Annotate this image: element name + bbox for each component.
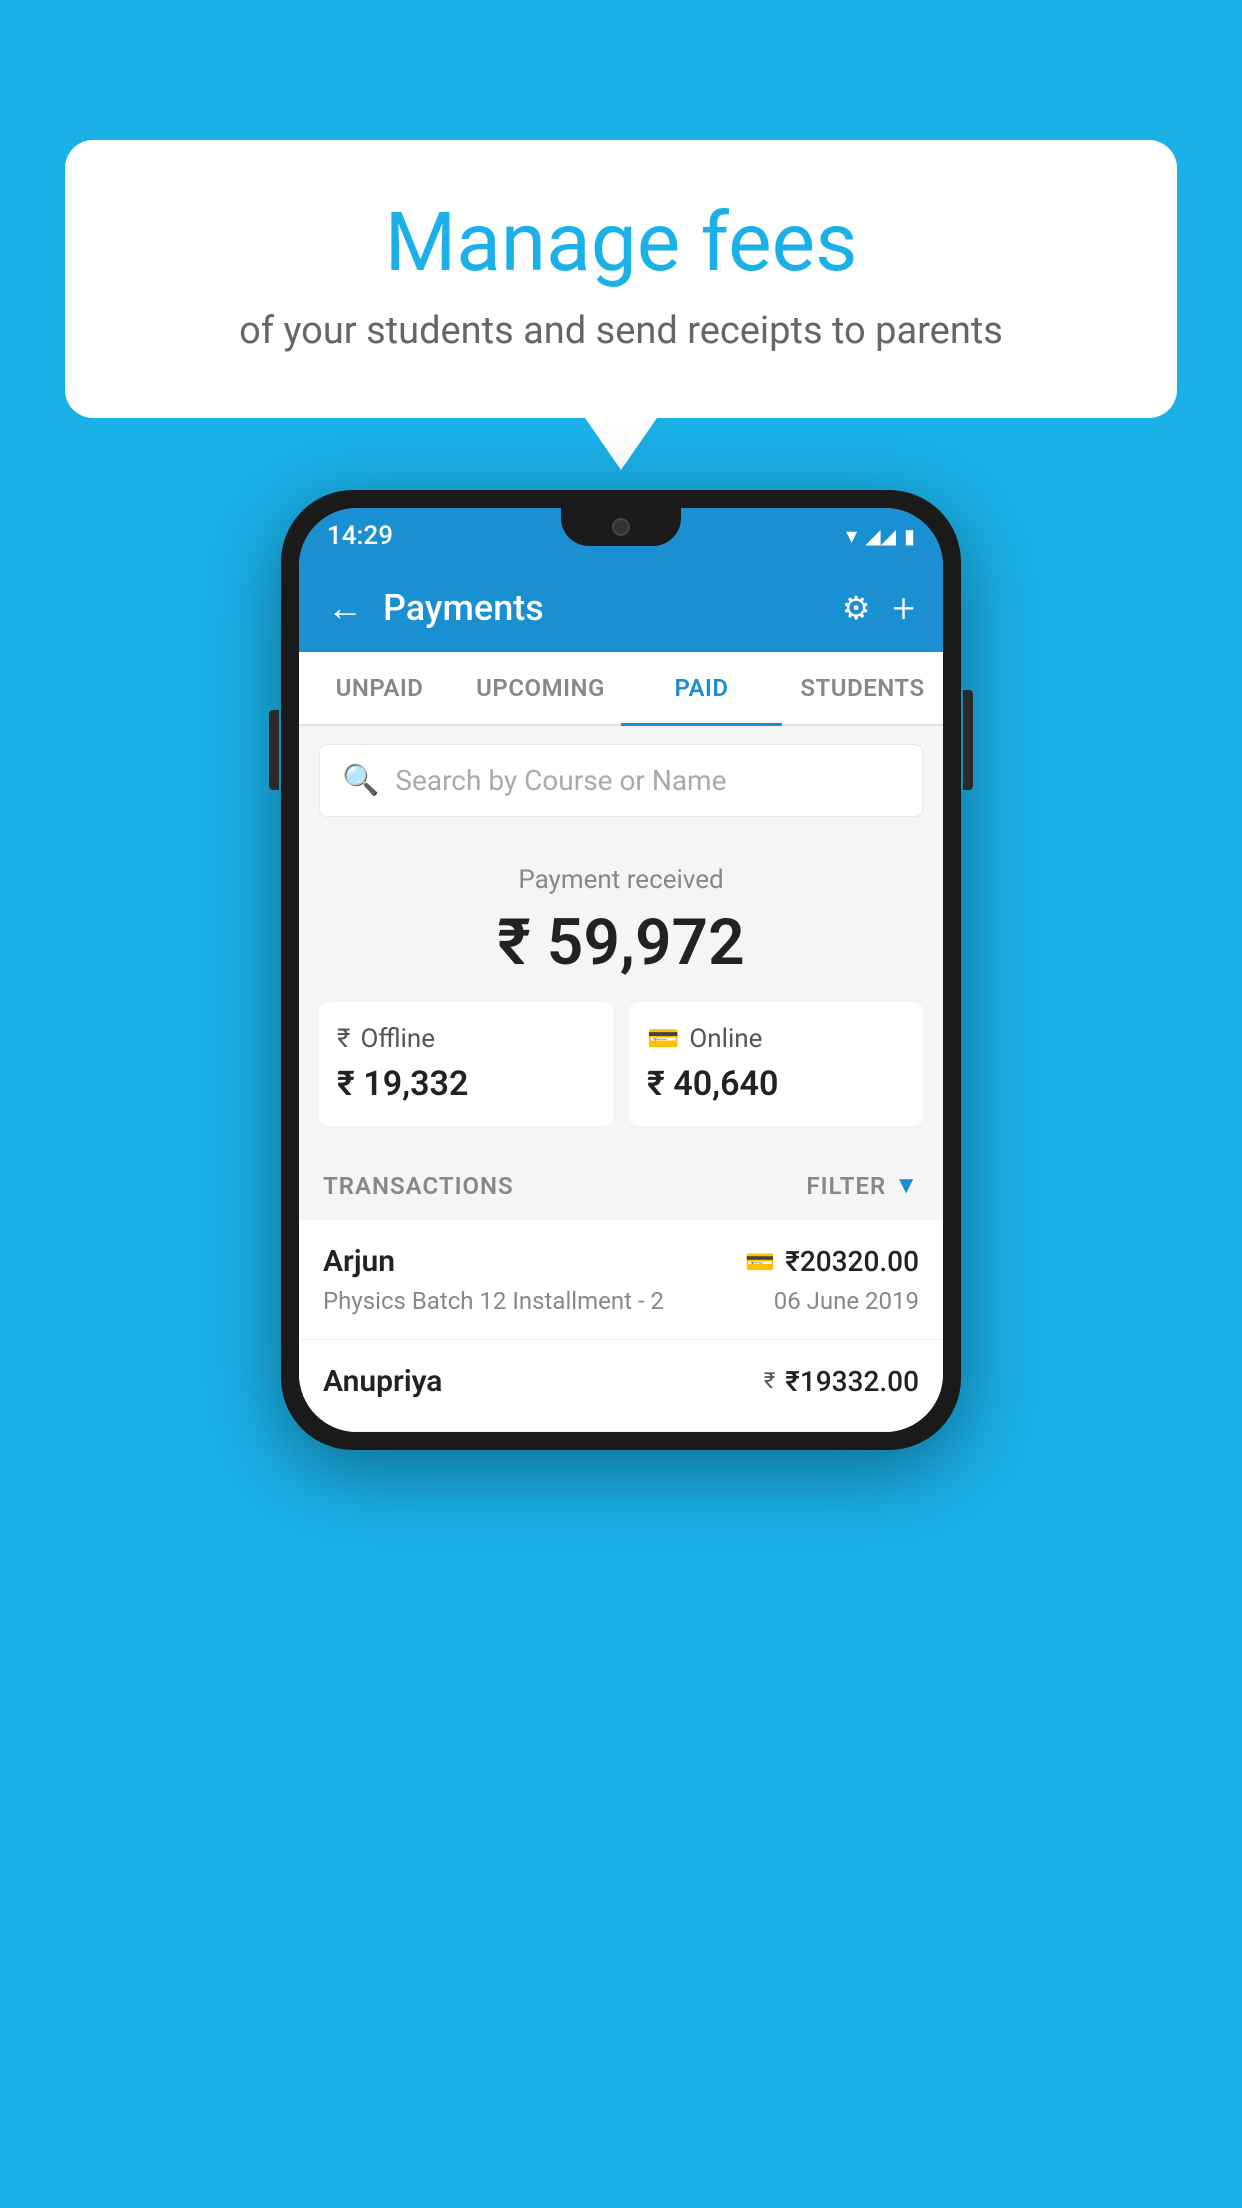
battery-icon: ▮: [904, 524, 915, 548]
phone-outer: 14:29 ▾ ◢◢ ▮ ← Payments ⚙ +: [281, 490, 961, 1450]
transaction-row2-arjun: Physics Batch 12 Installment - 2 06 June…: [323, 1287, 919, 1315]
transaction-amount-anupriya: ₹19332.00: [785, 1365, 919, 1398]
filter-label: FILTER: [806, 1172, 886, 1200]
back-button[interactable]: ←: [327, 587, 363, 629]
transaction-item-anupriya[interactable]: Anupriya ₹ ₹19332.00: [299, 1340, 943, 1432]
camera: [612, 518, 630, 536]
offline-label: Offline: [360, 1024, 435, 1054]
offline-amount: ₹ 19,332: [337, 1064, 595, 1104]
transaction-course-arjun: Physics Batch 12 Installment - 2: [323, 1287, 664, 1315]
phone-mockup: 14:29 ▾ ◢◢ ▮ ← Payments ⚙ +: [281, 490, 961, 1450]
transactions-header: TRANSACTIONS FILTER ▼: [299, 1151, 943, 1220]
tab-upcoming[interactable]: UPCOMING: [460, 652, 621, 724]
card-payment-icon: 💳: [745, 1248, 775, 1276]
search-icon: 🔍: [342, 763, 379, 798]
transaction-amount-arjun: ₹20320.00: [785, 1245, 919, 1278]
add-icon[interactable]: +: [892, 585, 915, 632]
transaction-row1: Arjun 💳 ₹20320.00: [323, 1244, 919, 1279]
offline-card: ₹ Offline ₹ 19,332: [319, 1002, 613, 1126]
header-icons: ⚙ +: [842, 585, 915, 632]
phone-screen: 14:29 ▾ ◢◢ ▮ ← Payments ⚙ +: [299, 508, 943, 1432]
status-time: 14:29: [327, 521, 393, 551]
online-label: Online: [689, 1024, 762, 1054]
cash-payment-icon: ₹: [764, 1369, 775, 1394]
transaction-item-arjun[interactable]: Arjun 💳 ₹20320.00 Physics Batch 12 Insta…: [299, 1220, 943, 1340]
tabs: UNPAID UPCOMING PAID STUDENTS: [299, 652, 943, 726]
transaction-amount-wrap-anupriya: ₹ ₹19332.00: [764, 1365, 919, 1398]
transaction-amount-wrap-arjun: 💳 ₹20320.00: [745, 1245, 919, 1278]
transaction-row1-anupriya: Anupriya ₹ ₹19332.00: [323, 1364, 919, 1399]
speech-bubble-container: Manage fees of your students and send re…: [65, 140, 1177, 418]
filter-button[interactable]: FILTER ▼: [806, 1171, 919, 1200]
card-icon: 💳: [647, 1024, 679, 1054]
cash-icon: ₹: [337, 1024, 350, 1054]
payment-cards: ₹ Offline ₹ 19,332 💳 Online ₹ 40,640: [319, 1002, 923, 1126]
notch: [561, 508, 681, 546]
speech-bubble: Manage fees of your students and send re…: [65, 140, 1177, 418]
tab-students[interactable]: STUDENTS: [782, 652, 943, 724]
tab-paid[interactable]: PAID: [621, 652, 782, 724]
search-container: 🔍 Search by Course or Name: [299, 726, 943, 835]
offline-card-header: ₹ Offline: [337, 1024, 595, 1054]
header-title: Payments: [383, 587, 842, 629]
bubble-title: Manage fees: [125, 195, 1117, 291]
payment-received-label: Payment received: [319, 865, 923, 895]
filter-icon: ▼: [894, 1171, 919, 1200]
wifi-icon: ▾: [846, 524, 857, 549]
search-input[interactable]: Search by Course or Name: [395, 764, 726, 797]
online-amount: ₹ 40,640: [647, 1064, 905, 1104]
transaction-date-arjun: 06 June 2019: [774, 1287, 919, 1315]
payment-total: ₹ 59,972: [319, 905, 923, 980]
online-card-header: 💳 Online: [647, 1024, 905, 1054]
transactions-label: TRANSACTIONS: [323, 1172, 514, 1200]
app-header: ← Payments ⚙ +: [299, 564, 943, 652]
transaction-name-arjun: Arjun: [323, 1244, 395, 1279]
transaction-name-anupriya: Anupriya: [323, 1364, 442, 1399]
status-bar: 14:29 ▾ ◢◢ ▮: [299, 508, 943, 564]
search-bar[interactable]: 🔍 Search by Course or Name: [319, 744, 923, 817]
bubble-subtitle: of your students and send receipts to pa…: [125, 309, 1117, 353]
settings-icon[interactable]: ⚙: [842, 589, 871, 627]
signal-icon: ◢◢: [865, 524, 896, 548]
online-card: 💳 Online ₹ 40,640: [629, 1002, 923, 1126]
tab-unpaid[interactable]: UNPAID: [299, 652, 460, 724]
status-icons: ▾ ◢◢ ▮: [846, 524, 915, 549]
payment-summary: Payment received ₹ 59,972 ₹ Offline ₹ 19…: [299, 835, 943, 1151]
